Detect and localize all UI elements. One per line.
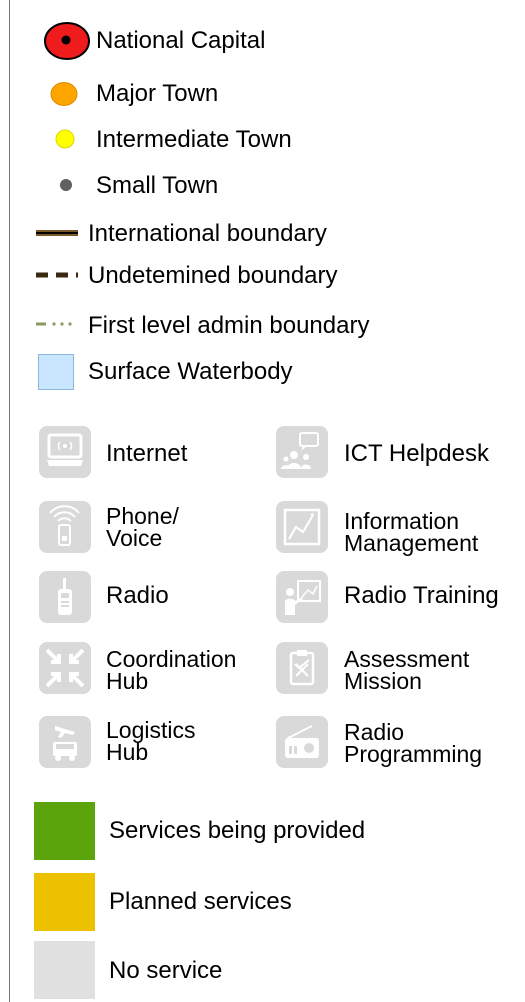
major-town-icon [50,82,78,106]
radio-training-icon [276,571,328,623]
logistics-hub-icon [39,716,91,768]
legend-label-undetermined-boundary: Undetemined boundary [88,262,338,289]
assessment-mission-icon [276,642,328,694]
status-label-provided: Services being provided [109,817,366,844]
coordination-hub-icon [39,642,91,694]
status-swatch-none [34,941,95,999]
legend-label-logistics-hub: Logistics Hub [106,717,196,765]
small-town-icon [60,179,72,191]
status-label-planned: Planned services [109,888,292,915]
legend-label-national-capital: National Capital [96,27,266,54]
legend-label-radio: Radio [106,582,169,609]
status-swatch-planned [34,873,95,931]
legend-label-small-town: Small Town [96,172,219,199]
legend-label-major-town: Major Town [96,80,219,107]
internet-icon [39,426,91,478]
legend-label-radio-training: Radio Training [344,582,499,609]
legend-label-intermediate-town: Intermediate Town [96,126,292,153]
international-boundary-icon [36,230,78,236]
legend-label-assessment-mission: Assessment Mission [344,646,470,694]
legend-label-coordination-hub: Coordination Hub [106,646,237,694]
information-management-icon [276,501,328,553]
legend-label-internet: Internet [106,440,188,467]
legend-label-phone-voice: Phone/ Voice [106,503,179,551]
undetermined-boundary-icon [36,272,78,278]
legend-label-information-management: Information Management [344,508,479,556]
national-capital-icon [44,22,90,60]
intermediate-town-icon [55,129,75,149]
status-label-none: No service [109,957,223,984]
legend-label-surface-waterbody: Surface Waterbody [88,358,293,385]
legend-label-admin-boundary: First level admin boundary [88,312,370,339]
radio-programming-icon [276,716,328,768]
ict-helpdesk-icon [276,426,328,478]
legend-label-radio-programming: Radio Programming [344,719,483,767]
phone-icon [39,501,91,553]
legend-label-ict-helpdesk: ICT Helpdesk [344,440,489,467]
admin-boundary-icon [36,322,72,326]
legend-label-international-boundary: International boundary [88,220,327,247]
status-swatch-provided [34,802,95,860]
legend-left-border [9,0,10,1002]
waterbody-icon [38,354,74,390]
radio-icon [39,571,91,623]
